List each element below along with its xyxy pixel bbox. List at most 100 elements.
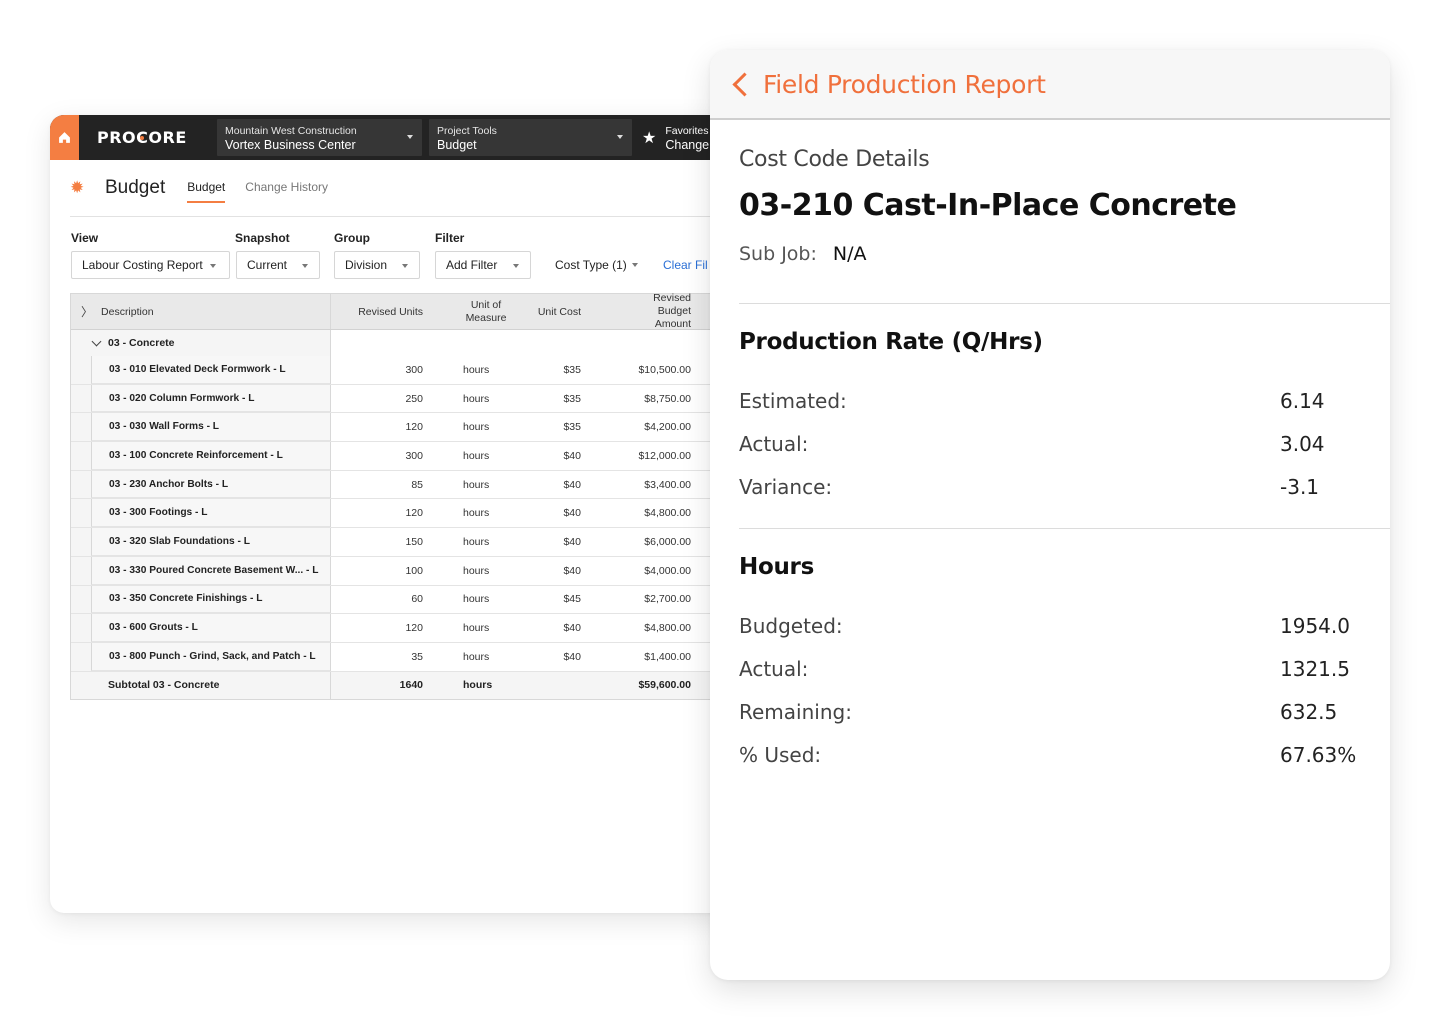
chevron-left-icon[interactable]: [732, 71, 757, 97]
favorites-label: Favorites: [665, 124, 709, 137]
metric-label: % Used:: [739, 742, 822, 767]
row-revised-budget-amount: $8,750.00: [644, 392, 691, 405]
row-description[interactable]: 03 - 100 Concrete Reinforcement - L: [91, 442, 330, 470]
view-dropdown[interactable]: Labour Costing Report: [71, 251, 230, 279]
row-description[interactable]: 03 - 600 Grouts - L: [91, 614, 330, 642]
row-revised-units: 35: [411, 650, 423, 663]
table-row[interactable]: 03 - 030 Wall Forms - L 120 hours $35 $4,200…: [71, 413, 750, 443]
table-row[interactable]: 03 - 100 Concrete Reinforcement - L 300 ho…: [71, 442, 750, 471]
column-header-unit-of-measure[interactable]: Unit of Measure: [423, 294, 523, 329]
subtotal-uom: hours: [463, 679, 493, 692]
metric-row: Budgeted: 1954.0: [739, 604, 1390, 647]
section-kicker: Cost Code Details: [739, 147, 930, 172]
subtotal-row: Subtotal 03 - Concrete 1640 hours $59,60…: [71, 671, 750, 700]
column-header-revised-budget-amount[interactable]: Revised Budget Amount: [581, 292, 691, 330]
tab-change-history[interactable]: Change History: [245, 180, 328, 196]
company-project-selector[interactable]: Mountain West Construction Vortex Busine…: [217, 119, 422, 156]
row-description[interactable]: 03 - 320 Slab Foundations - L: [91, 528, 330, 556]
favorites-value: Change: [665, 137, 710, 152]
row-unit-cost: $40: [563, 650, 581, 663]
metric-value: 6.14: [1280, 388, 1325, 413]
row-revised-budget-amount: $10,500.00: [638, 363, 691, 376]
row-unit-of-measure: hours: [463, 507, 490, 520]
production-rate-list: Estimated: 6.14 Actual: 3.04 Variance: -3.1: [739, 379, 1390, 508]
project-tools-selector[interactable]: Project Tools Budget: [429, 119, 632, 156]
snapshot-dropdown[interactable]: Current: [236, 251, 320, 279]
row-unit-of-measure: hours: [463, 650, 490, 663]
company-name: Mountain West Construction: [225, 124, 357, 137]
group-dropdown[interactable]: Division: [334, 251, 420, 279]
table-header-row: 〉 Description Revised Units Unit of Meas…: [71, 292, 750, 330]
table-row[interactable]: 03 - 020 Column Formwork - L 250 hours $35 $…: [71, 384, 750, 414]
subtotal-amount: $59,600.00: [638, 679, 691, 692]
table-row[interactable]: 03 - 320 Slab Foundations - L 150 hours $40…: [71, 528, 750, 557]
table-row[interactable]: 03 - 300 Footings - L 120 hours $40 $4,800.0…: [71, 499, 750, 529]
sub-job: Sub Job: N/A: [739, 243, 1390, 265]
row-revised-budget-amount: $1,400.00: [644, 650, 691, 663]
row-unit-cost: $45: [563, 593, 581, 606]
group-row-concrete[interactable]: 03 - Concrete: [71, 330, 750, 356]
group-label: Group: [334, 231, 370, 245]
table-row[interactable]: 03 - 600 Grouts - L 120 hours $40 $4,800.00: [71, 614, 750, 643]
caret-down-icon: [210, 264, 216, 268]
table-row[interactable]: 03 - 010 Elevated Deck Formwork - L 300 ho…: [71, 356, 750, 385]
chevron-down-icon[interactable]: [91, 336, 102, 346]
column-header-description[interactable]: 〉 Description: [71, 294, 331, 329]
row-unit-of-measure: hours: [463, 363, 490, 376]
metric-label: Remaining:: [739, 699, 852, 724]
view-label: View: [71, 231, 99, 245]
metric-value: 3.04: [1280, 431, 1325, 456]
row-description[interactable]: 03 - 300 Footings - L: [91, 499, 330, 528]
table-row[interactable]: 03 - 330 Poured Concrete Basement W... -…: [71, 556, 750, 586]
tools-label: Project Tools: [437, 124, 497, 137]
metric-label: Variance:: [739, 474, 833, 499]
row-revised-units: 60: [411, 593, 423, 606]
hours-list: Budgeted: 1954.0 Actual: 1321.5 Remaining: 63…: [739, 604, 1390, 776]
sub-job-label: Sub Job:: [739, 243, 817, 265]
subtotal-unit-cost: [509, 672, 581, 699]
row-description[interactable]: 03 - 330 Poured Concrete Basement W... -…: [91, 556, 330, 585]
add-filter-dropdown[interactable]: Add Filter: [435, 251, 531, 279]
cost-code-title: 03-210 Cast-In-Place Concrete: [739, 188, 1237, 223]
back-button-title[interactable]: Field Production Report: [763, 70, 1046, 99]
metric-row: Variance: -3.1: [739, 465, 1390, 508]
row-description[interactable]: 03 - 020 Column Formwork - L: [91, 384, 330, 413]
row-description[interactable]: 03 - 230 Anchor Bolts - L: [91, 470, 330, 499]
column-header-unit-cost[interactable]: Unit Cost: [523, 294, 581, 329]
group-label: 03 - Concrete: [108, 337, 175, 349]
metric-value: -3.1: [1280, 474, 1320, 499]
metric-row: Actual: 1321.5: [739, 647, 1390, 690]
favorites-menu[interactable]: ★ Favorites Change: [642, 124, 709, 152]
row-revised-budget-amount: $4,000.00: [644, 564, 691, 577]
row-unit-cost: $40: [563, 507, 581, 520]
cost-type-label: Cost Type (1): [555, 258, 627, 272]
table-row[interactable]: 03 - 800 Punch - Grind, Sack, and Patch …: [71, 642, 750, 672]
row-revised-units: 120: [405, 622, 423, 635]
cost-type-filter[interactable]: Cost Type (1): [555, 251, 638, 279]
table-row[interactable]: 03 - 230 Anchor Bolts - L 85 hours $40 $3,40…: [71, 470, 750, 500]
column-header-revised-units[interactable]: Revised Units: [331, 294, 423, 329]
row-description[interactable]: 03 - 350 Concrete Finishings - L: [91, 585, 330, 614]
procore-logo[interactable]: PROCORE: [97, 128, 199, 147]
clear-filters-link[interactable]: Clear Fil: [663, 251, 708, 279]
row-description[interactable]: 03 - 800 Punch - Grind, Sack, and Patch …: [91, 642, 330, 671]
table-row[interactable]: 03 - 350 Concrete Finishings - L 60 hours $…: [71, 585, 750, 615]
row-unit-of-measure: hours: [463, 421, 490, 434]
row-revised-budget-amount: $4,800.00: [644, 622, 691, 635]
divider: [739, 528, 1390, 529]
field-production-report-panel: Field Production Report Cost Code Detail…: [710, 50, 1390, 980]
row-revised-units: 100: [405, 564, 423, 577]
row-description[interactable]: 03 - 030 Wall Forms - L: [91, 413, 330, 442]
chevron-right-icon[interactable]: 〉: [81, 303, 93, 320]
row-unit-of-measure: hours: [463, 593, 490, 606]
row-revised-budget-amount: $6,000.00: [644, 535, 691, 548]
snapshot-value: Current: [247, 258, 288, 272]
tools-value: Budget: [437, 137, 477, 152]
row-description[interactable]: 03 - 010 Elevated Deck Formwork - L: [91, 356, 330, 384]
metric-row: Estimated: 6.14: [739, 379, 1390, 422]
tab-budget[interactable]: Budget: [187, 180, 226, 203]
row-unit-cost: $35: [563, 363, 581, 376]
row-unit-of-measure: hours: [463, 564, 490, 577]
row-revised-units: 120: [405, 421, 423, 434]
home-button[interactable]: [50, 115, 79, 160]
